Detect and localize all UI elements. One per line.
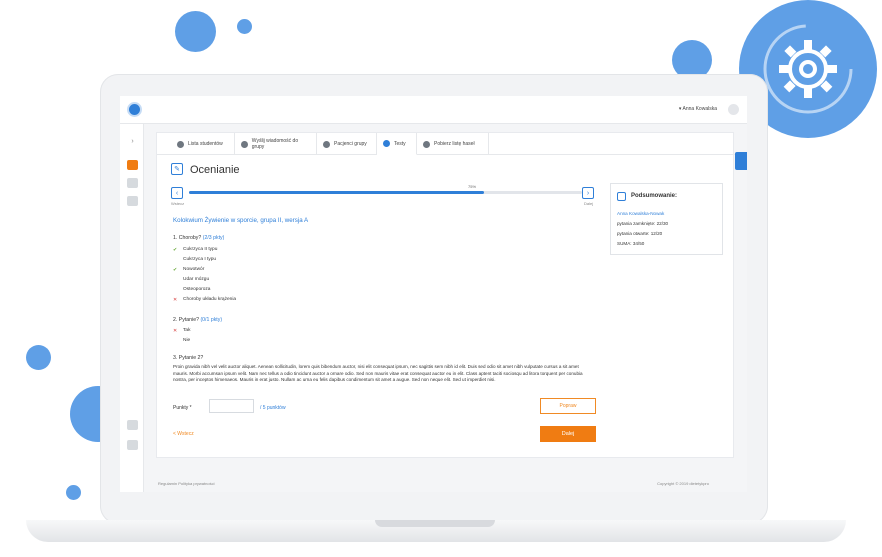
summary-panel: Podsumowanie: Anna Kowalska-Nowak pytani… — [610, 183, 723, 255]
question-1: 1. Choroby? (2/3 pkty) — [173, 235, 225, 241]
answer-option: Udar mózgu — [183, 277, 210, 282]
message-icon[interactable] — [127, 196, 138, 206]
summary-total: SUMA: 34/50 — [617, 241, 645, 246]
decor-dot — [66, 485, 81, 500]
decor-dot — [26, 345, 51, 370]
test-title: Kolokwium Żywienie w sporcie, grupa II, … — [173, 217, 309, 224]
answer-option: Nie — [183, 338, 191, 343]
avatar-icon[interactable] — [728, 104, 739, 115]
side-panel-tab[interactable] — [735, 152, 747, 170]
summary-icon — [617, 192, 626, 201]
points-label: Punkty * — [173, 405, 192, 411]
tab-message[interactable]: Wyślij wiadomość do grupy — [235, 133, 317, 155]
left-sidebar: › — [120, 124, 144, 492]
points-input[interactable] — [209, 399, 254, 413]
summary-open: pytania otwarte: 12/20 — [617, 231, 663, 236]
footer-copyright: Copyright © 2019 dietetykpro — [657, 481, 709, 486]
next-label: Dalej — [584, 201, 594, 206]
summary-closed: pytania zamknięte: 22/30 — [617, 221, 669, 226]
mail-icon — [241, 140, 248, 148]
tab-patients[interactable]: Pacjenci grupy — [317, 133, 377, 155]
question-3: 3. Pytanie 2? — [173, 355, 204, 361]
grading-card: Lista studentów Wyślij wiadomość do grup… — [156, 132, 735, 458]
dashboard-icon[interactable] — [127, 160, 138, 170]
patients-icon — [323, 140, 330, 148]
answer-option: Tak — [183, 328, 191, 333]
prev-button[interactable]: ‹ — [171, 187, 183, 199]
wrong-icon: ✕ — [173, 297, 178, 303]
test-icon — [383, 140, 390, 147]
decor-dot — [175, 11, 216, 52]
open-answer-text: Proin gravida nibh vel velit auctor aliq… — [173, 364, 583, 383]
user-name: Anna Kowalska — [682, 106, 717, 112]
top-bar: ▾ Anna Kowalska — [120, 96, 747, 124]
question-2: 2. Pytanie? (0/1 pkty) — [173, 317, 223, 323]
hand-icon[interactable] — [127, 178, 138, 188]
tab-students[interactable]: Lista studentów — [171, 133, 235, 155]
app-logo[interactable] — [127, 102, 142, 117]
progress-fill — [189, 191, 484, 194]
answer-option: Choroby układu krążenia — [183, 297, 237, 302]
progress-bar — [189, 191, 582, 194]
video-icon[interactable] — [127, 420, 138, 430]
answer-option: Cukrzyca I typu — [183, 257, 217, 262]
wrong-icon: ✕ — [173, 328, 178, 334]
tab-bar: Lista studentów Wyślij wiadomość do grup… — [157, 133, 735, 155]
app-screen: ▾ Anna Kowalska › Lista studentów Wyślij… — [120, 96, 747, 492]
question-points: (0/1 pkty) — [200, 317, 223, 323]
tab-tests[interactable]: Testy — [377, 133, 417, 155]
summary-title: Podsumowanie: — [631, 193, 678, 199]
progress-label: 75% — [468, 184, 477, 189]
answer-option: Nowotwór — [183, 267, 205, 272]
next-button[interactable]: Dalej — [540, 426, 596, 442]
next-nav-button[interactable]: › — [582, 187, 594, 199]
tab-passwords[interactable]: Pobierz listę haseł — [417, 133, 489, 155]
summary-student[interactable]: Anna Kowalska-Nowak — [617, 211, 664, 216]
laptop-notch — [375, 520, 495, 527]
prev-label: Wstecz — [171, 201, 185, 206]
users-icon — [177, 140, 184, 148]
page-title: Ocenianie — [190, 164, 240, 176]
footer-links[interactable]: Regulamin Polityka prywatności — [158, 481, 214, 486]
download-icon — [423, 140, 430, 148]
points-max: / 5 punktów — [260, 405, 286, 411]
back-link[interactable]: < Wstecz — [173, 431, 194, 437]
user-menu[interactable]: ▾ Anna Kowalska — [679, 106, 717, 112]
fix-button[interactable]: Popraw — [540, 398, 596, 414]
question-points: (2/3 pkty) — [202, 235, 225, 241]
answer-option: Cukrzyca II typu — [183, 247, 218, 252]
decor-dot — [237, 19, 252, 34]
home-icon[interactable] — [127, 440, 138, 450]
correct-icon: ✔ — [173, 267, 178, 273]
grading-icon: ✎ — [171, 163, 183, 175]
correct-icon: ✔ — [173, 247, 178, 253]
answer-option: Osteoporoza — [183, 287, 211, 292]
expand-icon[interactable]: › — [127, 136, 138, 146]
